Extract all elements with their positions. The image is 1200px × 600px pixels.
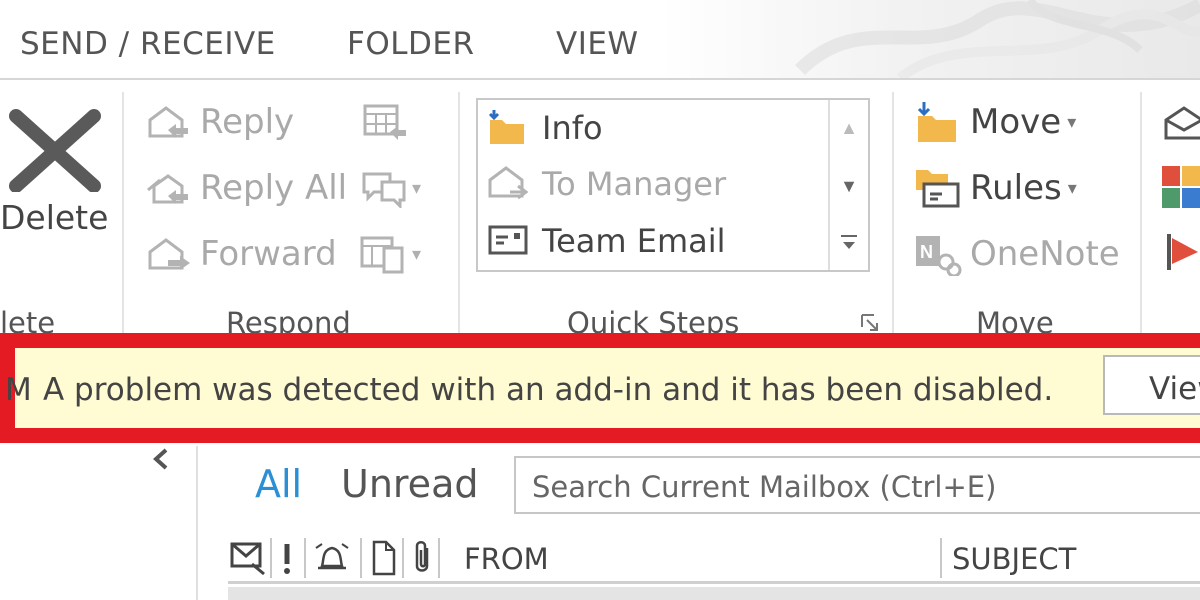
importance-icon[interactable] [280, 540, 294, 576]
quick-step-label: Team Email [542, 222, 726, 260]
reply-icon [148, 106, 188, 138]
delete-button[interactable]: Delete [0, 106, 118, 276]
reply-all-label: Reply All [200, 168, 348, 208]
add-in-warning-bar: M A problem was detected with an add-in … [0, 333, 1200, 443]
group-separator [1140, 92, 1142, 342]
follow-up-button[interactable] [1166, 232, 1200, 272]
launcher-icon[interactable] [860, 313, 880, 333]
message-row-selected[interactable] [228, 587, 1200, 600]
categorize-icon [1162, 166, 1200, 208]
tab-folder[interactable]: FOLDER [347, 26, 475, 62]
meeting-icon [363, 104, 406, 140]
message-bar-lead: M [5, 372, 32, 408]
tab-view[interactable]: VIEW [556, 26, 639, 62]
more-respond-button[interactable]: ▾ [360, 234, 421, 274]
group-separator [458, 92, 460, 342]
message-list-header: FROM SUBJECT [228, 534, 1200, 584]
quick-step-info[interactable]: Info [488, 108, 603, 148]
team-email-icon [488, 225, 528, 255]
chevron-down-icon: ▾ [1067, 111, 1077, 132]
chevron-down-icon: ▾ [1067, 177, 1077, 198]
folder-arrow-icon [488, 110, 524, 144]
more-respond-icon [360, 236, 404, 274]
search-input[interactable]: Search Current Mailbox (Ctrl+E) [514, 456, 1200, 514]
column-divider [270, 538, 272, 578]
quick-step-to-manager[interactable]: To Manager [488, 164, 726, 204]
onenote-button[interactable]: N OneNote [914, 232, 1120, 276]
column-divider [360, 538, 362, 578]
flag-icon [1167, 234, 1198, 270]
reply-button[interactable]: Reply [146, 102, 294, 142]
envelope-icon [1164, 106, 1200, 140]
column-divider [402, 538, 404, 578]
group-separator [892, 92, 894, 342]
move-label: Move [970, 102, 1062, 142]
rules-icon [916, 170, 960, 208]
background-pattern [795, 0, 1200, 78]
quick-step-team-email[interactable]: Team Email [488, 222, 726, 260]
move-button[interactable]: Move ▾ [916, 100, 1076, 144]
mail-icon [488, 166, 528, 200]
column-divider [304, 538, 306, 578]
forward-icon [148, 238, 190, 270]
delete-x-icon [9, 109, 101, 192]
delete-label: Delete [0, 198, 109, 237]
forward-label: Forward [200, 234, 337, 274]
gallery-more-button[interactable] [830, 214, 868, 270]
add-in-warning-text: A problem was detected with an add-in an… [43, 372, 1054, 408]
group-separator [122, 92, 124, 342]
chevron-down-icon: ▾ [412, 177, 422, 198]
rules-button[interactable]: Rules ▾ [914, 166, 1077, 210]
column-from[interactable]: FROM [464, 542, 549, 576]
message-icon-column[interactable] [230, 540, 268, 576]
mail-list-pane: All Unread Search Current Mailbox (Ctrl+… [196, 446, 1200, 600]
filter-unread[interactable]: Unread [341, 462, 478, 506]
ribbon-tab-strip: SEND / RECEIVE FOLDER VIEW [0, 0, 1200, 80]
im-icon [362, 172, 406, 208]
svg-text:N: N [920, 242, 933, 262]
categorize-button[interactable] [1162, 166, 1200, 210]
move-folder-icon [917, 102, 956, 142]
gallery-scroll-up-button[interactable]: ▲ [830, 100, 868, 156]
document-icon[interactable] [370, 540, 398, 576]
view-disabled-add-ins-button[interactable]: View [1103, 355, 1200, 415]
gallery-scroll-down-button[interactable]: ▼ [830, 158, 868, 214]
rules-label: Rules [970, 168, 1062, 208]
chevron-down-icon: ▾ [412, 243, 422, 264]
reply-all-icon [147, 174, 188, 204]
reminder-bell-icon[interactable] [314, 540, 350, 576]
onenote-icon: N [916, 236, 962, 276]
quick-steps-gallery: Info To Manager Team Email ▲ ▼ [476, 98, 870, 272]
ribbon: Delete lete Reply Reply All Forward ▾ ▾ … [0, 80, 1200, 342]
im-button[interactable]: ▾ [360, 168, 421, 208]
reply-all-button[interactable]: Reply All [146, 168, 347, 208]
reply-label: Reply [200, 102, 295, 142]
unread-read-button[interactable] [1164, 104, 1200, 142]
onenote-label: OneNote [970, 234, 1120, 274]
tab-send-receive[interactable]: SEND / RECEIVE [20, 26, 276, 62]
column-subject[interactable]: SUBJECT [952, 542, 1076, 576]
attachment-icon[interactable] [412, 540, 434, 576]
forward-button[interactable]: Forward [146, 234, 337, 274]
gallery-scrollbar: ▲ ▼ [828, 100, 868, 270]
quick-step-label: Info [542, 109, 603, 147]
quick-step-label: To Manager [542, 165, 727, 203]
meeting-button[interactable] [362, 102, 406, 142]
column-divider [940, 538, 942, 578]
column-divider [438, 538, 440, 578]
expand-gallery-icon [841, 235, 857, 249]
collapse-folder-pane-icon[interactable] [152, 446, 170, 479]
filter-all[interactable]: All [255, 462, 302, 506]
